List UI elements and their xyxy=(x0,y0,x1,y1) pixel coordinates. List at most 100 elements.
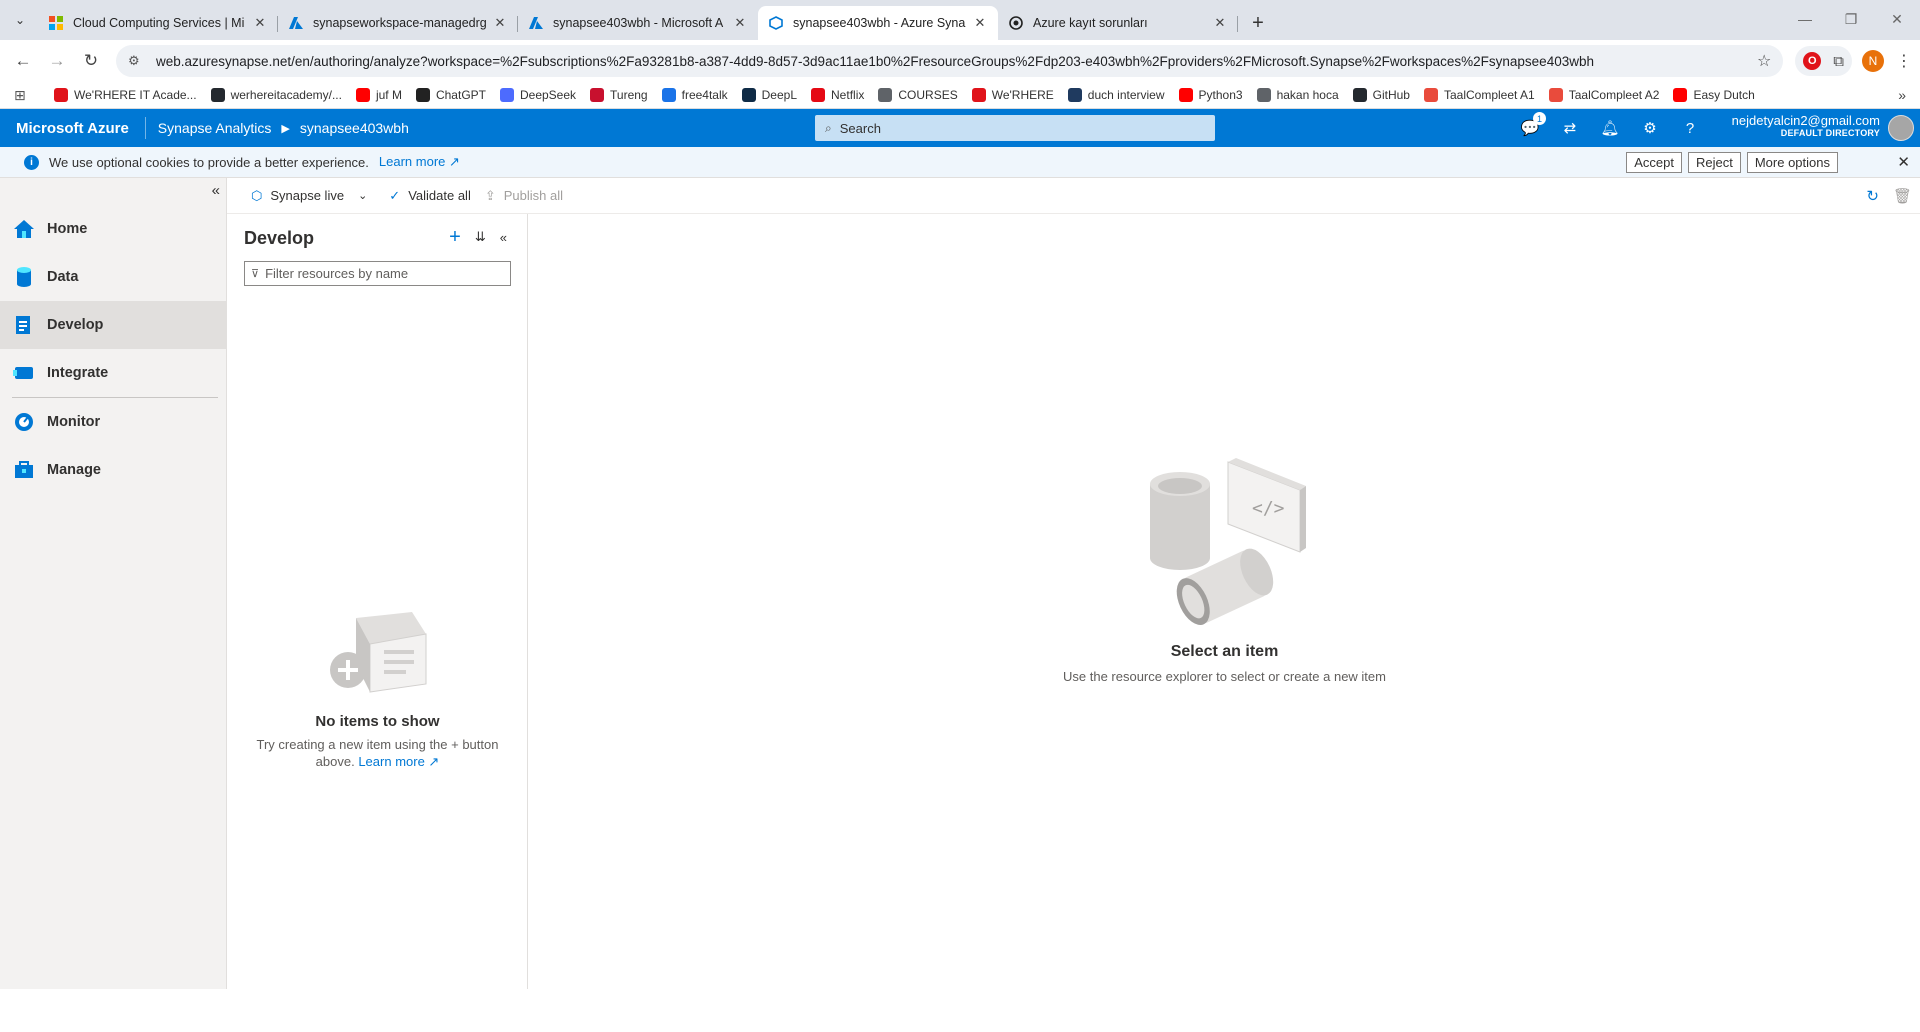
bookmark-label: GitHub xyxy=(1372,88,1410,102)
nav-item-data[interactable]: Data xyxy=(0,253,226,301)
bookmark-item[interactable]: werhereitacademy/... xyxy=(210,88,342,102)
browser-tabstrip: ⌄ Cloud Computing Services | Mi ✕ synaps… xyxy=(0,0,1920,40)
bookmark-item[interactable]: ChatGPT xyxy=(415,88,486,102)
collapse-panel-icon[interactable]: « xyxy=(500,230,507,245)
refresh-icon[interactable]: ↻ xyxy=(1866,187,1879,205)
filter-placeholder: Filter resources by name xyxy=(265,266,409,281)
search-icon: ⌕ xyxy=(825,120,832,135)
synapse-studio: « Home Data Develop Integrate Monitor Manage … xyxy=(0,178,1920,989)
feedback-icon[interactable]: 💬 1 xyxy=(1520,112,1546,138)
microsoft-logo-icon xyxy=(48,15,64,31)
browser-tab[interactable]: synapsee403wbh - Azure Synap ✕ xyxy=(758,6,998,40)
close-tab-icon[interactable]: ✕ xyxy=(492,15,508,31)
chevron-down-icon[interactable]: ⌄ xyxy=(358,189,367,202)
synapse-live-button[interactable]: ⬡ Synapse live xyxy=(251,188,344,204)
bookmark-item[interactable]: We'RHERE IT Acade... xyxy=(54,88,197,102)
validate-all-button[interactable]: ✓ Validate all xyxy=(389,188,471,204)
close-tab-icon[interactable]: ✕ xyxy=(972,15,988,31)
profile-avatar[interactable]: N xyxy=(1862,50,1884,72)
more-options-button[interactable]: More options xyxy=(1746,151,1838,173)
directory-switch-icon[interactable]: ⇄ xyxy=(1560,118,1580,138)
search-input[interactable]: ⌕ Search xyxy=(815,115,1215,141)
close-window-button[interactable]: ✕ xyxy=(1874,0,1920,38)
close-tab-icon[interactable]: ✕ xyxy=(1212,15,1228,31)
collapse-all-icon[interactable]: ⇊ xyxy=(475,229,486,245)
extensions-puzzle-icon[interactable]: ⧉ xyxy=(1833,53,1844,70)
bookmark-label: TaalCompleet A2 xyxy=(1568,88,1660,102)
develop-title: Develop xyxy=(244,228,315,248)
bookmark-item[interactable]: juf M xyxy=(355,88,402,102)
new-tab-button[interactable]: + xyxy=(1244,9,1272,37)
bookmark-item[interactable]: duch interview xyxy=(1067,88,1165,102)
gear-icon[interactable]: ⚙ xyxy=(1640,118,1660,138)
opera-extension-icon[interactable]: O xyxy=(1803,52,1822,70)
tab-title: synapseworkspace-managedrg xyxy=(313,16,486,30)
select-item-description: Use the resource explorer to select or c… xyxy=(1063,669,1386,684)
avatar[interactable] xyxy=(1888,115,1914,141)
bookmark-item[interactable]: We'RHERE xyxy=(971,88,1054,102)
browser-tab[interactable]: synapsee403wbh - Microsoft A ✕ xyxy=(518,6,758,40)
apps-grid-icon[interactable]: ⊞ xyxy=(14,87,36,104)
nav-item-develop[interactable]: Develop xyxy=(0,301,226,349)
filter-input[interactable]: ⊽ Filter resources by name xyxy=(244,261,511,286)
browser-menu-icon[interactable]: ⋮ xyxy=(1896,51,1912,71)
minimize-button[interactable]: — xyxy=(1782,0,1828,38)
publish-all-button[interactable]: ⇪ Publish all xyxy=(485,188,563,204)
discard-icon[interactable]: 🗑︎ xyxy=(1893,187,1912,205)
nav-item-manage[interactable]: Manage xyxy=(0,446,226,494)
bookmark-item[interactable]: Netflix xyxy=(811,88,864,102)
user-account[interactable]: nejdetyalcin2@gmail.com DEFAULT DIRECTOR… xyxy=(1732,113,1880,138)
bookmark-item[interactable]: COURSES xyxy=(878,88,958,102)
develop-learn-more-link[interactable]: Learn more ↗ xyxy=(358,754,439,769)
bookmark-label: Tureng xyxy=(610,88,648,102)
nav-item-monitor[interactable]: Monitor xyxy=(0,398,226,446)
close-icon[interactable]: ✕ xyxy=(1897,153,1910,171)
address-bar[interactable]: ⚙ web.azuresynapse.net/en/authoring/anal… xyxy=(116,45,1784,77)
accept-button[interactable]: Accept xyxy=(1626,151,1682,173)
reload-button[interactable]: ↻ xyxy=(76,46,106,76)
browser-tab[interactable]: Azure kayıt sorunları ✕ xyxy=(998,6,1238,40)
bookmark-item[interactable]: DeepSeek xyxy=(499,88,576,102)
bookmarks-overflow-icon[interactable]: » xyxy=(1898,87,1906,103)
bookmark-favicon-icon xyxy=(415,88,430,102)
bell-icon[interactable]: 🔔︎ xyxy=(1600,118,1620,138)
browser-tab[interactable]: Cloud Computing Services | Mi ✕ xyxy=(38,6,278,40)
forward-button[interactable]: → xyxy=(42,46,72,76)
bookmark-label: TaalCompleet A1 xyxy=(1443,88,1535,102)
cookie-learn-more-link[interactable]: Learn more ↗ xyxy=(379,154,460,170)
add-resource-button[interactable]: + xyxy=(449,227,461,247)
collapse-nav-icon[interactable]: « xyxy=(212,182,220,199)
close-tab-icon[interactable]: ✕ xyxy=(252,15,268,31)
bookmark-item[interactable]: TaalCompleet A1 xyxy=(1423,88,1535,102)
bookmark-item[interactable]: Tureng xyxy=(590,88,648,102)
close-tab-icon[interactable]: ✕ xyxy=(732,15,748,31)
bookmark-item[interactable]: free4talk xyxy=(661,88,728,102)
integrate-icon xyxy=(12,361,36,385)
bookmark-item[interactable]: DeepL xyxy=(741,88,797,102)
nav-item-home[interactable]: Home xyxy=(0,205,226,253)
nav-item-integrate[interactable]: Integrate xyxy=(0,349,226,397)
bookmark-item[interactable]: hakan hoca xyxy=(1256,88,1339,102)
bookmark-item[interactable]: Easy Dutch xyxy=(1673,88,1755,102)
header-icons: 💬 1 ⇄ 🔔︎ ⚙ ? xyxy=(1520,109,1700,147)
breadcrumb-workspace[interactable]: synapsee403wbh xyxy=(300,120,409,136)
reject-button[interactable]: Reject xyxy=(1687,151,1741,173)
bookmark-star-icon[interactable]: ☆ xyxy=(1757,51,1771,71)
site-info-icon[interactable]: ⚙ xyxy=(128,53,148,69)
bookmark-favicon-icon xyxy=(971,88,986,102)
bookmark-item[interactable]: GitHub xyxy=(1352,88,1410,102)
command-bar: ⬡ Synapse live ⌄ ✓ Validate all ⇪ Publis… xyxy=(227,178,1920,214)
bookmark-item[interactable]: Python3 xyxy=(1178,88,1243,102)
azure-brand[interactable]: Microsoft Azure xyxy=(0,117,146,139)
bookmark-label: free4talk xyxy=(681,88,728,102)
restore-button[interactable]: ❐ xyxy=(1828,0,1874,38)
bookmark-label: ChatGPT xyxy=(435,88,486,102)
breadcrumb-synapse[interactable]: Synapse Analytics xyxy=(158,120,272,136)
browser-tab[interactable]: synapseworkspace-managedrg ✕ xyxy=(278,6,518,40)
bookmark-item[interactable]: TaalCompleet A2 xyxy=(1548,88,1660,102)
back-button[interactable]: ← xyxy=(8,46,38,76)
help-icon[interactable]: ? xyxy=(1680,118,1700,138)
url-text[interactable]: web.azuresynapse.net/en/authoring/analyz… xyxy=(156,54,1757,69)
bookmark-label: duch interview xyxy=(1087,88,1165,102)
tab-search-button[interactable]: ⌄ xyxy=(8,8,32,32)
